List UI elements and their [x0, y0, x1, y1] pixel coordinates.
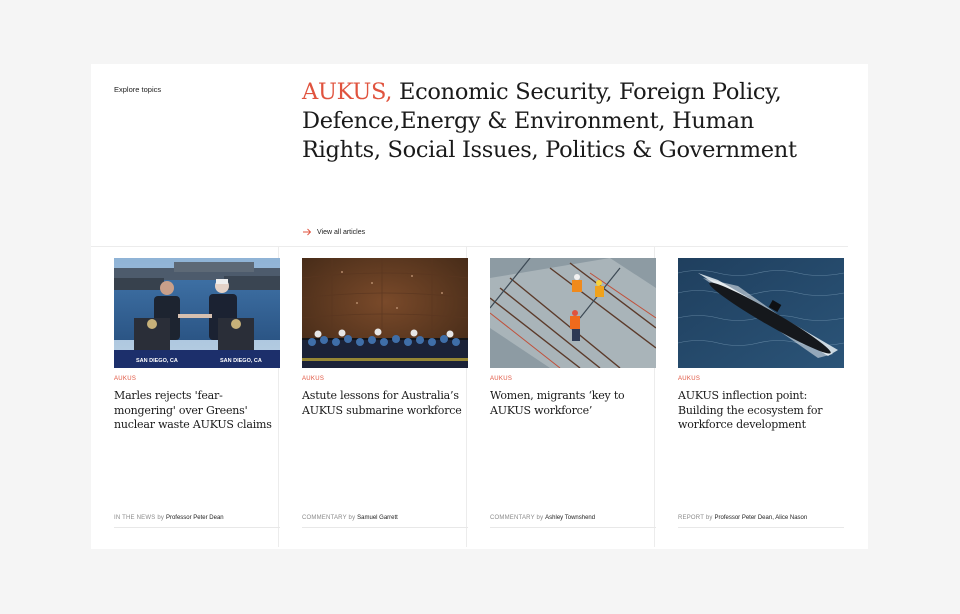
article-rule	[678, 527, 844, 528]
explore-topics-label: Explore topics	[114, 85, 162, 94]
article-card-1[interactable]: SAN DIEGO, CA SAN DIEGO, CA AUKUS Marles…	[91, 247, 280, 547]
topics-card: Explore topics AUKUS, Economic Security,…	[91, 64, 868, 549]
article-author[interactable]: Professor Peter Dean	[166, 515, 224, 521]
article-tag[interactable]: AUKUS	[302, 376, 324, 382]
view-all-articles-label: View all articles	[317, 228, 366, 236]
topics-heading: AUKUS, Economic Security, Foreign Policy…	[302, 78, 802, 165]
article-rule	[302, 527, 468, 528]
article-tag[interactable]: AUKUS	[678, 376, 700, 382]
article-meta: COMMENTARY by Samuel Garrett	[302, 515, 398, 521]
article-title[interactable]: Women, migrants ‘key to AUKUS workforce’	[490, 389, 656, 418]
article-author[interactable]: Samuel Garrett	[357, 515, 398, 521]
topic-aukus-link[interactable]: AUKUS,	[302, 79, 392, 105]
article-title[interactable]: Astute lessons for Australia’s AUKUS sub…	[302, 389, 468, 418]
article-type: IN THE NEWS	[114, 515, 156, 521]
article-meta: REPORT by Professor Peter Dean, Alice Na…	[678, 515, 807, 521]
article-list: SAN DIEGO, CA SAN DIEGO, CA AUKUS Marles…	[91, 247, 868, 547]
view-all-articles-link[interactable]: View all articles	[302, 227, 365, 237]
article-image-press-conference[interactable]: SAN DIEGO, CA SAN DIEGO, CA	[114, 258, 280, 368]
article-meta: IN THE NEWS by Professor Peter Dean	[114, 515, 224, 521]
article-type: COMMENTARY	[490, 515, 535, 521]
article-rule	[114, 527, 280, 528]
article-by: by	[705, 515, 713, 521]
article-author[interactable]: Professor Peter Dean, Alice Nason	[715, 515, 808, 521]
article-rule	[490, 527, 656, 528]
article-image-submarine-at-sea[interactable]	[678, 258, 844, 368]
article-card-3[interactable]: AUKUS Women, migrants ‘key to AUKUS work…	[467, 247, 656, 547]
article-title[interactable]: AUKUS inflection point: Building the eco…	[678, 389, 844, 433]
article-tag[interactable]: AUKUS	[490, 376, 512, 382]
article-title[interactable]: Marles rejects 'fear-mongering' over Gre…	[114, 389, 280, 433]
article-meta: COMMENTARY by Ashley Townshend	[490, 515, 595, 521]
article-by: by	[536, 515, 544, 521]
article-type: COMMENTARY	[302, 515, 347, 521]
article-image-submarine-workforce[interactable]	[302, 258, 468, 368]
article-type: REPORT	[678, 515, 704, 521]
article-by: by	[157, 515, 165, 521]
image-caption-right: SAN DIEGO, CA	[220, 358, 262, 364]
image-caption-left: SAN DIEGO, CA	[136, 358, 178, 364]
article-author[interactable]: Ashley Townshend	[545, 515, 595, 521]
article-card-2[interactable]: AUKUS Astute lessons for Australia’s AUK…	[279, 247, 468, 547]
arrow-right-icon	[303, 228, 312, 236]
article-by: by	[348, 515, 356, 521]
article-image-construction-site[interactable]	[490, 258, 656, 368]
article-card-4[interactable]: AUKUS AUKUS inflection point: Building t…	[655, 247, 844, 547]
article-tag[interactable]: AUKUS	[114, 376, 136, 382]
